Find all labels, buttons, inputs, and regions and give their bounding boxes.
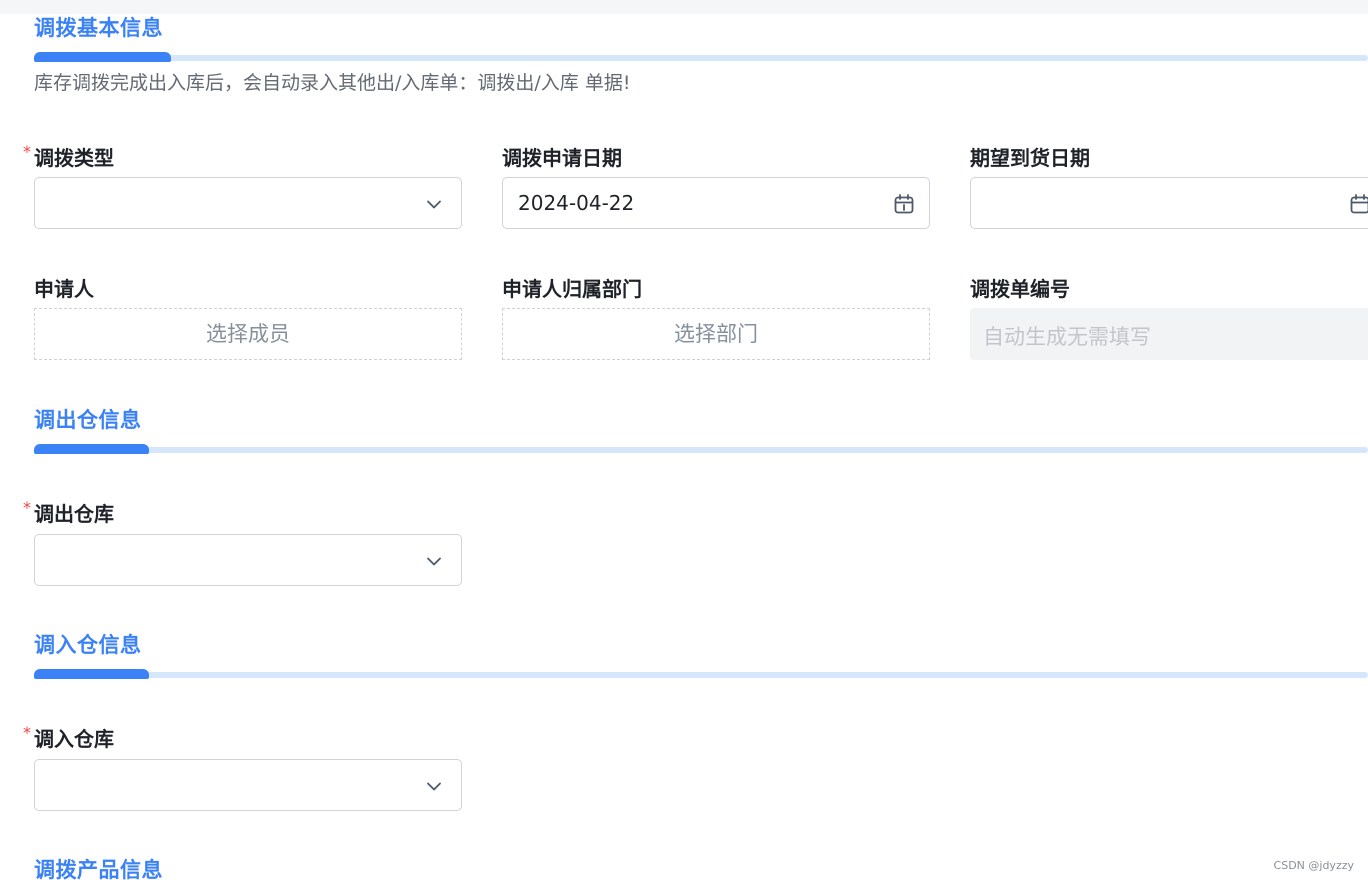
section-divider-in-warehouse bbox=[34, 672, 1368, 678]
top-bar bbox=[0, 0, 1368, 14]
expected-date-label: 期望到货日期 bbox=[970, 142, 1090, 171]
required-mark: * bbox=[23, 723, 31, 742]
in-warehouse-label: * 调入仓库 bbox=[34, 723, 114, 752]
applicant-picker[interactable]: 选择成员 bbox=[34, 308, 462, 360]
chevron-down-icon bbox=[425, 195, 443, 213]
section-divider-accent bbox=[34, 444, 149, 454]
in-warehouse-label-text: 调入仓库 bbox=[34, 727, 114, 751]
section-divider-accent bbox=[34, 669, 149, 679]
section-divider-accent bbox=[34, 52, 171, 62]
out-warehouse-select[interactable] bbox=[34, 534, 462, 586]
expected-date-picker[interactable] bbox=[970, 177, 1368, 229]
applicant-label: 申请人 bbox=[34, 273, 94, 302]
chevron-down-icon bbox=[425, 552, 443, 570]
required-mark: * bbox=[23, 142, 31, 161]
section-title-basic: 调拨基本信息 bbox=[34, 12, 163, 42]
order-no-placeholder: 自动生成无需填写 bbox=[983, 321, 1151, 351]
order-no-label: 调拨单编号 bbox=[970, 273, 1070, 302]
section-title-out-warehouse: 调出仓信息 bbox=[34, 404, 142, 434]
apply-date-picker[interactable]: 2024-04-22 bbox=[502, 177, 930, 229]
order-no-field: 自动生成无需填写 bbox=[970, 308, 1368, 360]
required-mark: * bbox=[23, 498, 31, 517]
transfer-type-select[interactable] bbox=[34, 177, 462, 229]
apply-date-label: 调拨申请日期 bbox=[502, 142, 622, 171]
section-divider-out-warehouse bbox=[34, 447, 1368, 453]
apply-date-value: 2024-04-22 bbox=[518, 191, 634, 215]
applicant-dept-label: 申请人归属部门 bbox=[502, 273, 642, 302]
watermark: CSDN @jdyzzy bbox=[1274, 859, 1354, 872]
transfer-type-label-text: 调拨类型 bbox=[34, 146, 114, 170]
section-divider-basic bbox=[34, 55, 1368, 61]
applicant-dept-picker[interactable]: 选择部门 bbox=[502, 308, 930, 360]
section-note: 库存调拨完成出入库后，会自动录入其他出/入库单：调拨出/入库 单据! bbox=[34, 68, 630, 95]
calendar-icon bbox=[1349, 193, 1368, 215]
section-title-in-warehouse: 调入仓信息 bbox=[34, 629, 142, 659]
out-warehouse-label-text: 调出仓库 bbox=[34, 502, 114, 526]
chevron-down-icon bbox=[425, 777, 443, 795]
transfer-type-label: * 调拨类型 bbox=[34, 142, 114, 171]
out-warehouse-label: * 调出仓库 bbox=[34, 498, 114, 527]
calendar-icon bbox=[893, 193, 915, 215]
in-warehouse-select[interactable] bbox=[34, 759, 462, 811]
